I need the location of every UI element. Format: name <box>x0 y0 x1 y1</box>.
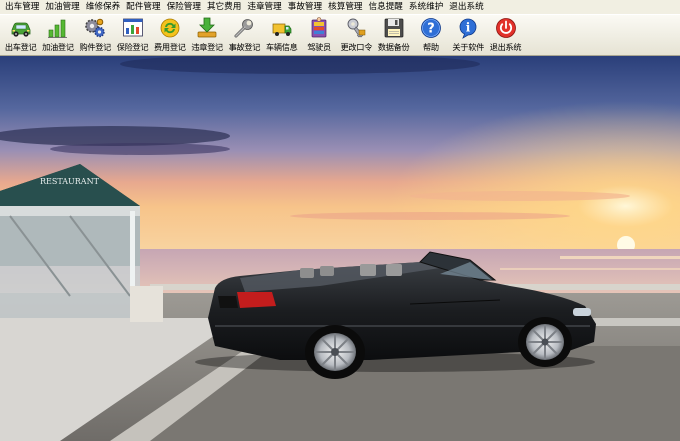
depart-register-button[interactable]: 出车登记 <box>2 15 39 55</box>
backup-button[interactable]: 数据备份 <box>375 15 412 55</box>
about-button[interactable]: i 关于软件 <box>450 15 487 55</box>
accident-register-button[interactable]: 事故登记 <box>226 15 263 55</box>
accident-register-label: 事故登记 <box>228 42 261 52</box>
menu-item-maintenance[interactable]: 系统维护 <box>406 0 446 14</box>
help-button[interactable]: ? 帮助 <box>412 15 449 55</box>
exit-system-button[interactable]: 退出系统 <box>487 15 524 55</box>
violation-register-label: 违章登记 <box>191 42 223 52</box>
insurance-register-label: 保险登记 <box>116 42 149 52</box>
expense-register-button[interactable]: 费用登记 <box>151 15 188 55</box>
download-arrow-icon <box>197 17 217 38</box>
driver-button[interactable]: 驾驶员 <box>300 15 337 55</box>
svg-text:?: ? <box>427 22 435 37</box>
menu-item-accident[interactable]: 事故管理 <box>285 0 325 14</box>
parts-register-label: 购件登记 <box>79 42 112 52</box>
menu-item-reminder[interactable]: 信息提醒 <box>366 0 406 14</box>
vehicle-info-button[interactable]: 车辆信息 <box>263 15 300 55</box>
help-label: 帮助 <box>423 42 439 52</box>
menu-item-insurance[interactable]: 保险管理 <box>164 0 204 14</box>
menu-item-parts[interactable]: 配件管理 <box>123 0 163 14</box>
bar-chart-icon <box>47 19 67 38</box>
menu-item-audit[interactable]: 核算管理 <box>325 0 365 14</box>
change-password-label: 更改口令 <box>340 42 373 52</box>
chart-board-icon <box>122 18 143 37</box>
backup-label: 数据备份 <box>377 42 410 52</box>
insurance-register-button[interactable]: 保险登记 <box>114 15 151 55</box>
parts-register-button[interactable]: 购件登记 <box>77 15 114 55</box>
car-icon <box>11 22 31 37</box>
depart-register-label: 出车登记 <box>4 42 37 52</box>
about-label: 关于软件 <box>452 42 484 52</box>
fuel-register-label: 加油登记 <box>42 42 74 52</box>
svg-text:RESTAURANT: RESTAURANT <box>40 177 100 186</box>
refresh-arrows-icon <box>160 18 180 38</box>
background-image: RESTAURANT <box>0 56 680 441</box>
fuel-register-button[interactable]: 加油登记 <box>39 15 76 55</box>
toolbar: 出车登记 加油登记 购件登记 保险登记 费用登记 违章登记 事故登记 车辆信息 … <box>0 14 680 56</box>
menu-item-other[interactable]: 其它费用 <box>204 0 244 14</box>
key-icon <box>347 18 366 38</box>
people-icon <box>311 17 327 38</box>
menu-item-violation[interactable]: 违章管理 <box>244 0 284 14</box>
menu-item-exit[interactable]: 退出系统 <box>446 0 486 14</box>
violation-register-button[interactable]: 违章登记 <box>188 15 225 55</box>
expense-register-label: 费用登记 <box>154 42 186 52</box>
menu-item-repair[interactable]: 维修保养 <box>83 0 123 14</box>
help-icon: ? <box>421 18 441 38</box>
vehicle-info-label: 车辆信息 <box>265 42 298 52</box>
driver-label: 驾驶员 <box>307 42 331 52</box>
svg-text:i: i <box>466 21 471 35</box>
wrench-icon <box>234 19 254 38</box>
exit-system-label: 退出系统 <box>489 42 522 52</box>
menu-item-depart[interactable]: 出车管理 <box>2 0 42 14</box>
gears-icon <box>85 18 105 38</box>
car-sunset-wallpaper: RESTAURANT <box>0 56 680 441</box>
info-icon: i <box>459 18 477 39</box>
change-password-button[interactable]: 更改口令 <box>338 15 375 55</box>
power-icon <box>495 18 516 38</box>
menu-item-fuel[interactable]: 加油管理 <box>42 0 82 14</box>
floppy-disk-icon <box>384 18 403 38</box>
menu-bar: 出车管理 加油管理 维修保养 配件管理 保险管理 其它费用 违章管理 事故管理 … <box>0 0 680 14</box>
vehicle-info-icon <box>272 23 292 36</box>
